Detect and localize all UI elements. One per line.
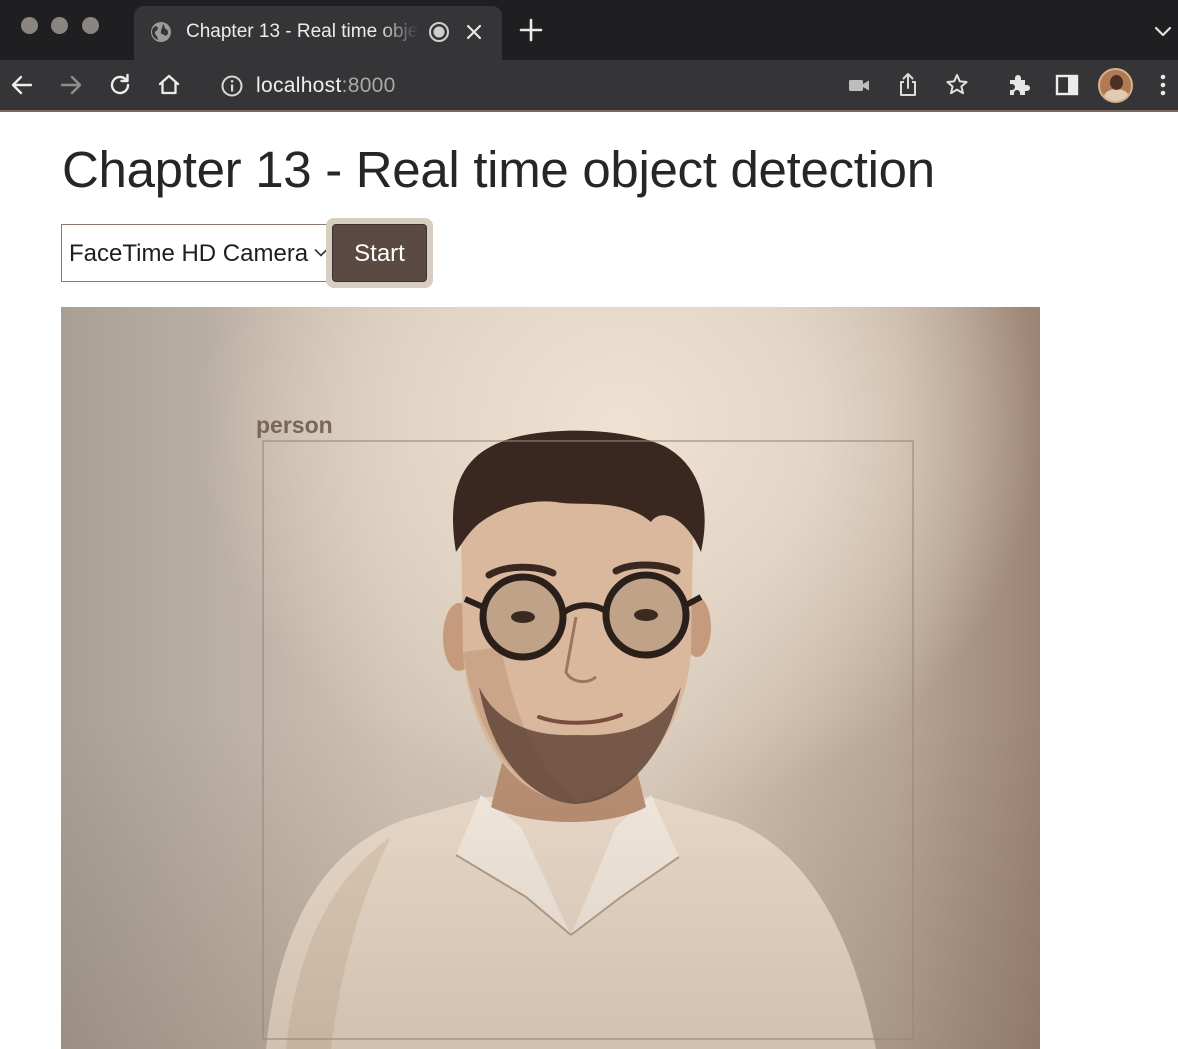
profile-avatar[interactable] xyxy=(1098,68,1133,103)
detection-label: person xyxy=(256,412,333,438)
home-icon[interactable] xyxy=(154,70,184,100)
window-minimize-button[interactable] xyxy=(51,17,68,34)
page-title: Chapter 13 - Real time object detection xyxy=(62,141,935,198)
bookmark-star-icon[interactable] xyxy=(942,70,972,100)
url-text: localhost:8000 xyxy=(256,72,396,100)
browser-toolbar: localhost:8000 xyxy=(0,60,1178,112)
recording-indicator-icon xyxy=(428,21,450,43)
start-button-face: Start xyxy=(332,224,427,282)
camera-in-use-icon[interactable] xyxy=(844,70,874,100)
extensions-icon[interactable] xyxy=(1003,70,1033,100)
reload-icon[interactable] xyxy=(105,70,135,100)
address-bar[interactable]: localhost:8000 xyxy=(212,64,828,108)
menu-icon[interactable] xyxy=(1148,70,1178,100)
window-close-button[interactable] xyxy=(21,17,38,34)
forward-icon[interactable] xyxy=(56,70,86,100)
start-button-label: Start xyxy=(354,240,405,267)
detection-bounding-box xyxy=(262,440,914,1040)
globe-icon xyxy=(150,21,172,43)
browser-chrome: Chapter 13 - Real time object detection xyxy=(0,0,1178,112)
tab-title: Chapter 13 - Real time object detection xyxy=(186,19,418,45)
tab-strip: Chapter 13 - Real time object detection xyxy=(0,0,1178,60)
back-icon[interactable] xyxy=(7,70,37,100)
window-zoom-button[interactable] xyxy=(82,17,99,34)
camera-select[interactable]: FaceTime HD Camera xyxy=(61,224,333,282)
side-panel-icon[interactable] xyxy=(1052,70,1082,100)
avatar-body xyxy=(1104,89,1129,101)
camera-select-value: FaceTime HD Camera xyxy=(69,240,309,267)
url-host: localhost xyxy=(256,74,342,97)
new-tab-icon[interactable] xyxy=(518,17,544,43)
site-info-icon[interactable] xyxy=(220,74,244,98)
tab-close-icon[interactable] xyxy=(462,20,486,44)
start-button[interactable]: Start xyxy=(326,218,433,288)
browser-tab-active[interactable]: Chapter 13 - Real time object detection xyxy=(134,6,502,60)
video-feed: person xyxy=(61,307,1040,1049)
share-icon[interactable] xyxy=(893,70,923,100)
avatar-head xyxy=(1110,75,1123,90)
tab-search-chevron-icon[interactable] xyxy=(1150,20,1176,42)
url-port: :8000 xyxy=(341,74,396,97)
